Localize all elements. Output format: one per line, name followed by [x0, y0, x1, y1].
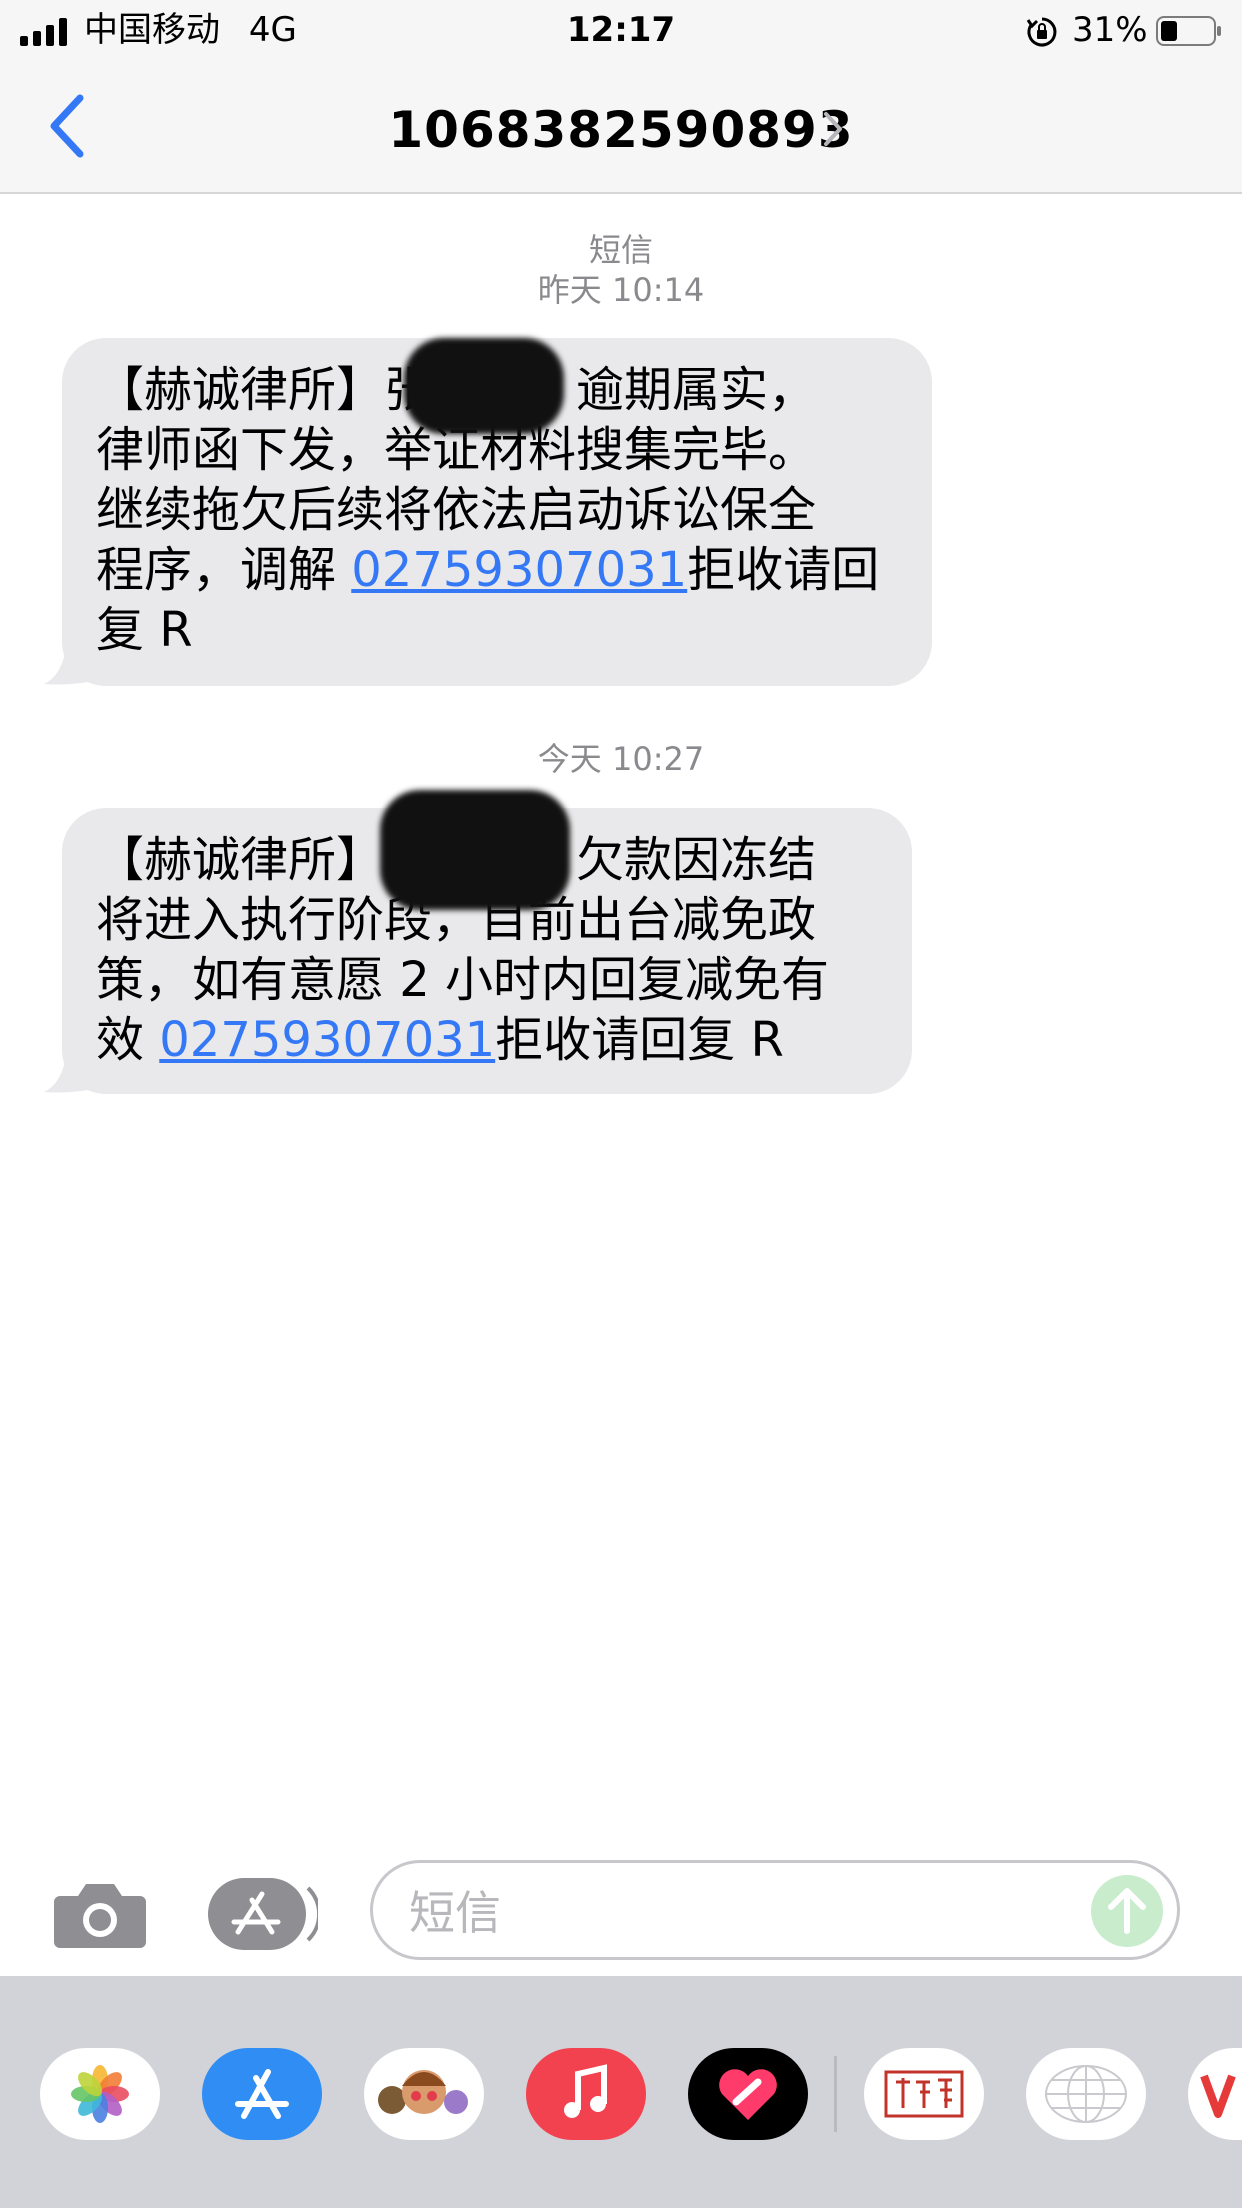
message-text-segment: 程序，调解: [96, 542, 352, 598]
message-input-placeholder: 短信: [409, 1886, 501, 1940]
music-app-icon[interactable]: [526, 2048, 646, 2140]
message-type-label: 短信: [588, 231, 653, 269]
send-button[interactable]: [1091, 1875, 1163, 1947]
battery-icon: [1156, 16, 1221, 46]
battery-percentage: 31%: [1072, 10, 1148, 50]
message-line: 策，如有意愿 2 小时内回复减免有: [96, 952, 830, 1008]
seal-stamp-icon[interactable]: [864, 2048, 984, 2140]
message-text-segment: 拒收请回复 R: [495, 1012, 784, 1068]
chevron-right-icon[interactable]: [822, 110, 844, 148]
drawer-divider: [834, 2056, 837, 2132]
redaction-mark: [380, 790, 570, 910]
message-line: 复 R: [96, 602, 193, 658]
phone-number-link[interactable]: 02759307031: [351, 542, 687, 598]
message-line: 效 02759307031拒收请回复 R: [96, 1010, 829, 1070]
message-text-segment: 拒收请回: [687, 542, 880, 598]
timestamp: 今天 10:27: [537, 740, 705, 778]
composer-bar: 短信: [0, 1850, 1242, 1976]
navigation-bar: 1068382590893: [0, 62, 1242, 194]
app-store-icon[interactable]: [202, 2048, 322, 2140]
photos-app-icon[interactable]: [40, 2048, 160, 2140]
partial-app-icon[interactable]: [1188, 2048, 1242, 2140]
rotation-lock-icon: [1026, 17, 1057, 47]
status-bar: 中国移动 4G 12:17 31%: [0, 0, 1242, 62]
memoji-icon[interactable]: [364, 2048, 484, 2140]
redaction-mark: [404, 338, 564, 434]
message-line: 继续拖欠后续将依法启动诉讼保全: [96, 482, 817, 538]
imessage-app-drawer: [0, 1976, 1242, 2208]
battery-fill: [1161, 21, 1177, 41]
camera-icon[interactable]: [54, 1878, 146, 1950]
arrow-up-icon: [1108, 1888, 1146, 1934]
contact-title[interactable]: 1068382590893: [0, 100, 1242, 160]
globe-sticker-icon[interactable]: [1026, 2048, 1146, 2140]
digital-touch-icon[interactable]: [688, 2048, 808, 2140]
app-store-button-icon[interactable]: [208, 1878, 318, 1950]
message-text-segment: 效: [96, 1012, 160, 1068]
phone-number-link[interactable]: 02759307031: [159, 1012, 495, 1068]
message-line: 程序，调解 02759307031拒收请回: [96, 540, 879, 600]
timestamp: 昨天 10:14: [537, 271, 705, 309]
message-input[interactable]: 短信: [370, 1860, 1180, 1960]
